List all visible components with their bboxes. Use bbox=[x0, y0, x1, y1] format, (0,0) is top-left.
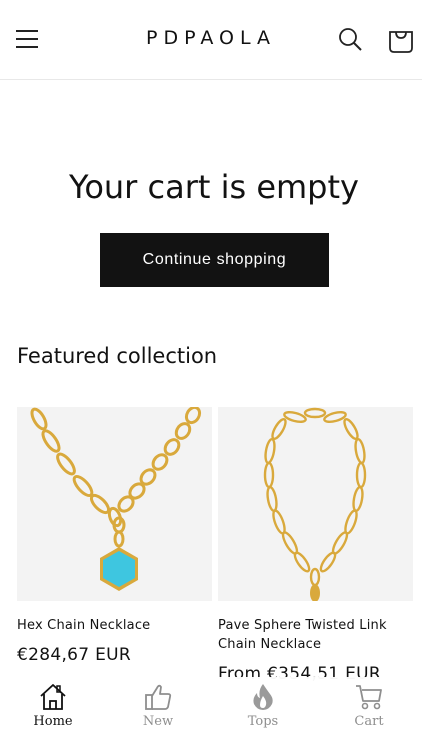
product-name[interactable]: Pave Sphere Twisted Link Chain Necklace bbox=[218, 616, 413, 654]
product-card[interactable]: Hex Chain Necklace €284,67 EUR bbox=[17, 407, 212, 665]
featured-collection-title: Featured collection bbox=[17, 344, 218, 368]
tab-tops[interactable]: Tops bbox=[223, 677, 303, 729]
tab-home[interactable]: Home bbox=[13, 677, 93, 729]
home-icon bbox=[40, 684, 66, 710]
search-icon[interactable] bbox=[337, 26, 365, 54]
site-header: PDPAOLA bbox=[0, 0, 422, 80]
shopping-bag-icon[interactable] bbox=[386, 25, 416, 55]
empty-cart-title: Your cart is empty bbox=[69, 168, 359, 206]
hamburger-menu-icon[interactable] bbox=[14, 24, 42, 54]
tab-label: Cart bbox=[354, 714, 384, 729]
continue-shopping-button[interactable]: Continue shopping bbox=[100, 233, 329, 287]
product-price: €284,67 EUR bbox=[17, 645, 131, 665]
brand-logo[interactable]: PDPAOLA bbox=[120, 27, 302, 49]
tab-new[interactable]: New bbox=[118, 677, 198, 729]
cart-icon bbox=[356, 685, 382, 710]
bottom-tab-bar: Home New Tops Cart bbox=[0, 677, 422, 750]
flame-icon bbox=[253, 684, 273, 710]
product-image[interactable] bbox=[17, 407, 212, 601]
tab-label: Home bbox=[33, 714, 73, 729]
tab-cart[interactable]: Cart bbox=[329, 677, 409, 729]
tab-label: Tops bbox=[247, 714, 279, 729]
tab-label: New bbox=[142, 714, 174, 729]
thumbs-up-icon bbox=[145, 684, 172, 710]
product-name[interactable]: Hex Chain Necklace bbox=[17, 616, 212, 635]
product-card[interactable]: Pave Sphere Twisted Link Chain Necklace … bbox=[218, 407, 413, 684]
product-image[interactable] bbox=[218, 407, 413, 601]
